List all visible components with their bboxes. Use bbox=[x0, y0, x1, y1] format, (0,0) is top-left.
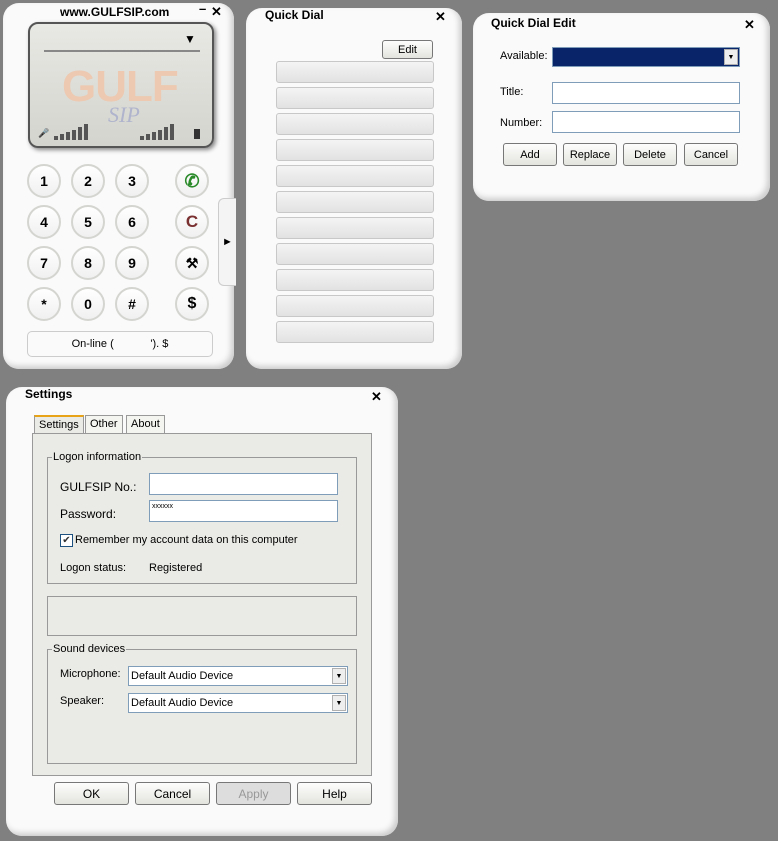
apply-button[interactable]: Apply bbox=[216, 782, 291, 805]
chevron-down-icon[interactable]: ▼ bbox=[332, 695, 346, 711]
key-9[interactable]: 9 bbox=[115, 246, 149, 280]
gulfsip-no-input[interactable] bbox=[149, 473, 338, 495]
microphone-icon: 🎤 bbox=[38, 128, 50, 138]
quick-dial-slot[interactable] bbox=[276, 61, 434, 83]
help-button[interactable]: Help bbox=[297, 782, 372, 805]
key-2[interactable]: 2 bbox=[71, 164, 105, 198]
key-1[interactable]: 1 bbox=[27, 164, 61, 198]
key-7[interactable]: 7 bbox=[27, 246, 61, 280]
speaker-icon bbox=[194, 129, 200, 139]
expand-button[interactable]: ► bbox=[218, 198, 236, 286]
speaker-level-bars bbox=[140, 124, 174, 140]
close-button[interactable]: ✕ bbox=[744, 17, 755, 33]
quick-dial-slot[interactable] bbox=[276, 321, 434, 343]
mic-level-bars bbox=[54, 124, 88, 140]
logon-legend: Logon information bbox=[52, 451, 143, 463]
title-label: Title: bbox=[500, 86, 524, 98]
key-8[interactable]: 8 bbox=[71, 246, 105, 280]
key-star[interactable]: * bbox=[27, 287, 61, 321]
tab-about[interactable]: About bbox=[126, 415, 165, 433]
sound-legend: Sound devices bbox=[52, 643, 127, 655]
speaker-value: Default Audio Device bbox=[131, 697, 234, 709]
logon-group: Logon information GULFSIP No.: Password:… bbox=[47, 451, 357, 584]
close-button[interactable]: ✕ bbox=[435, 9, 446, 25]
display-screen: ▼ GULF SIP 🎤 bbox=[28, 22, 214, 148]
tab-bar: Settings Other About bbox=[34, 415, 174, 434]
minimize-button[interactable]: – bbox=[199, 1, 206, 16]
number-label: Number: bbox=[500, 117, 543, 129]
key-hash[interactable]: # bbox=[115, 287, 149, 321]
tab-settings[interactable]: Settings bbox=[34, 415, 84, 433]
chevron-down-icon[interactable]: ▼ bbox=[332, 668, 346, 684]
tab-panel: Logon information GULFSIP No.: Password:… bbox=[32, 433, 372, 776]
key-6[interactable]: 6 bbox=[115, 205, 149, 239]
settings-title: Settings bbox=[25, 387, 73, 401]
password-label: Password: bbox=[60, 507, 117, 521]
password-input[interactable]: xxxxxx bbox=[149, 500, 338, 522]
title-input[interactable] bbox=[552, 82, 740, 104]
status-bar: On-line ( '). $ bbox=[27, 331, 213, 357]
number-input[interactable] bbox=[552, 111, 740, 133]
balance-button[interactable]: $ bbox=[175, 287, 209, 321]
replace-button[interactable]: Replace bbox=[563, 143, 617, 166]
settings-button[interactable]: ⚒ bbox=[175, 246, 209, 280]
delete-button[interactable]: Delete bbox=[623, 143, 677, 166]
edit-button[interactable]: Edit bbox=[382, 40, 433, 59]
quick-dial-slot[interactable] bbox=[276, 113, 434, 135]
logon-status-value: Registered bbox=[149, 562, 203, 574]
cancel-button[interactable]: Cancel bbox=[135, 782, 210, 805]
number-line bbox=[44, 50, 200, 52]
close-button[interactable]: ✕ bbox=[211, 4, 222, 20]
info-box bbox=[47, 596, 357, 636]
remember-label[interactable]: Remember my account data on this compute… bbox=[75, 534, 298, 546]
microphone-label: Microphone: bbox=[60, 668, 121, 680]
logon-status-label: Logon status: bbox=[60, 562, 127, 574]
quick-dial-slot[interactable] bbox=[276, 191, 434, 213]
dropdown-arrow-icon[interactable]: ▼ bbox=[184, 32, 196, 46]
call-button[interactable]: ✆ bbox=[175, 164, 209, 198]
tab-other[interactable]: Other bbox=[85, 415, 123, 433]
available-label: Available: bbox=[500, 50, 548, 62]
microphone-value: Default Audio Device bbox=[131, 670, 234, 682]
close-button[interactable]: ✕ bbox=[371, 389, 382, 405]
quick-dial-window: Quick Dial ✕ Edit bbox=[246, 8, 462, 369]
quick-dial-slot[interactable] bbox=[276, 217, 434, 239]
quick-dial-slot[interactable] bbox=[276, 165, 434, 187]
speaker-label: Speaker: bbox=[60, 695, 105, 707]
key-4[interactable]: 4 bbox=[27, 205, 61, 239]
gulfsip-no-label: GULFSIP No.: bbox=[60, 480, 137, 494]
clear-button[interactable]: C bbox=[175, 205, 209, 239]
quick-dial-title: Quick Dial bbox=[265, 8, 324, 22]
quick-dial-slot[interactable] bbox=[276, 295, 434, 317]
quick-dial-slot[interactable] bbox=[276, 269, 434, 291]
chevron-right-icon: ► bbox=[222, 236, 233, 248]
microphone-select[interactable]: Default Audio Device ▼ bbox=[128, 666, 348, 686]
chevron-down-icon[interactable]: ▼ bbox=[724, 49, 738, 65]
cancel-button[interactable]: Cancel bbox=[684, 143, 738, 166]
ok-button[interactable]: OK bbox=[54, 782, 129, 805]
remember-checkbox[interactable]: ✔ bbox=[60, 534, 73, 547]
sound-group: Sound devices Microphone: Default Audio … bbox=[47, 643, 357, 764]
key-3[interactable]: 3 bbox=[115, 164, 149, 198]
key-5[interactable]: 5 bbox=[71, 205, 105, 239]
quick-dial-slot[interactable] bbox=[276, 139, 434, 161]
quick-dial-slot[interactable] bbox=[276, 87, 434, 109]
settings-window: Settings ✕ Settings Other About Logon in… bbox=[6, 387, 398, 836]
add-button[interactable]: Add bbox=[503, 143, 557, 166]
quick-dial-slot[interactable] bbox=[276, 243, 434, 265]
tools-icon: ⚒ bbox=[185, 254, 199, 271]
key-0[interactable]: 0 bbox=[71, 287, 105, 321]
speaker-select[interactable]: Default Audio Device ▼ bbox=[128, 693, 348, 713]
quick-dial-edit-title: Quick Dial Edit bbox=[491, 16, 576, 30]
phone-title: www.GULFSIP.com bbox=[60, 5, 170, 19]
phone-window: www.GULFSIP.com – ✕ ▼ GULF SIP 🎤 1 2 3 ✆… bbox=[3, 1, 236, 369]
available-select[interactable]: ▼ bbox=[552, 47, 740, 67]
phone-icon: ✆ bbox=[184, 170, 200, 191]
sip-logo: SIP bbox=[108, 102, 140, 127]
quick-dial-edit-window: Quick Dial Edit ✕ Available: ▼ Title: Nu… bbox=[473, 13, 770, 201]
